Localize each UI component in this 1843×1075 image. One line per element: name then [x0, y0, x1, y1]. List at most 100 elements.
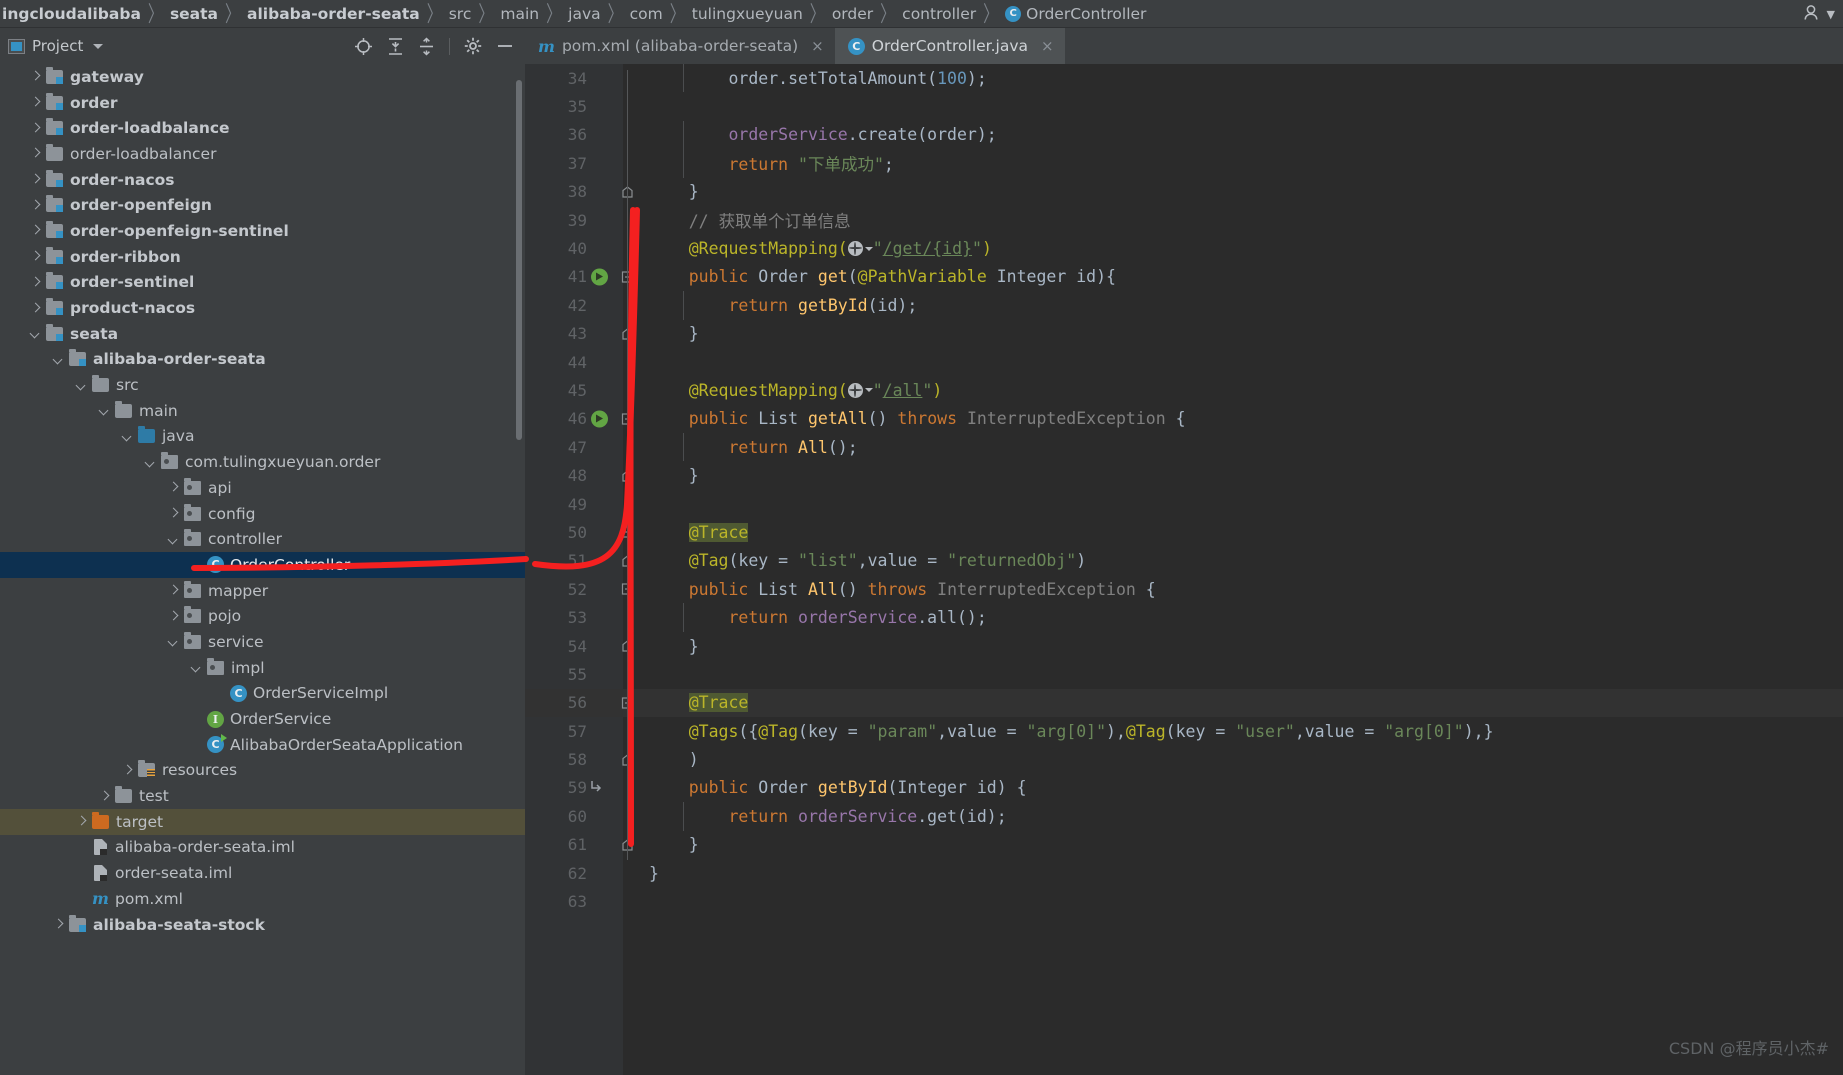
code-line[interactable]: 51 @Tag(key = "list",value = "returnedOb…: [525, 547, 1843, 575]
code-line[interactable]: 50 @Trace: [525, 518, 1843, 546]
tree-node-config[interactable]: config: [0, 501, 525, 527]
code-editor[interactable]: 34 order.setTotalAmount(100); 35 36 orderS…: [525, 64, 1843, 1075]
chevron-down-icon[interactable]: [98, 404, 111, 417]
chevron-down-icon[interactable]: [93, 43, 104, 49]
breadcrumb-item-com[interactable]: com: [630, 5, 663, 23]
chevron-right-icon[interactable]: [29, 250, 42, 263]
chevron-down-icon[interactable]: [167, 635, 180, 648]
locate-icon[interactable]: [354, 37, 373, 56]
tree-node-com.tulingxueyuan.order[interactable]: com.tulingxueyuan.order: [0, 449, 525, 475]
chevron-down-icon[interactable]: [121, 430, 134, 443]
tree-node-orderservice[interactable]: I OrderService: [0, 706, 525, 732]
collapse-all-icon[interactable]: [418, 36, 435, 56]
tree-node-java[interactable]: java: [0, 424, 525, 450]
code-line[interactable]: 63: [525, 887, 1843, 915]
breadcrumb-item-src[interactable]: src: [449, 5, 472, 23]
chevron-down-icon[interactable]: [52, 353, 65, 366]
chevron-right-icon[interactable]: [29, 147, 42, 160]
chevron-down-icon[interactable]: [190, 661, 203, 674]
code-line[interactable]: 40 @RequestMapping("/get/{id}"): [525, 234, 1843, 262]
tree-node-alibabaorderseataapplication[interactable]: C AlibabaOrderSeataApplication: [0, 732, 525, 758]
chevron-down-icon[interactable]: [144, 456, 157, 469]
tree-node-seata[interactable]: seata: [0, 321, 525, 347]
chevron-right-icon[interactable]: [167, 507, 180, 520]
chevron-right-icon[interactable]: [98, 790, 111, 803]
breadcrumb-item-order[interactable]: order: [832, 5, 873, 23]
close-icon[interactable]: ×: [811, 37, 824, 55]
chevron-right-icon[interactable]: [29, 173, 42, 186]
web-mapping-icon[interactable]: [847, 382, 873, 398]
chevron-right-icon[interactable]: [29, 122, 42, 135]
code-line[interactable]: 59 public Order getById(Integer id) {: [525, 774, 1843, 802]
tree-node-order-seata.iml[interactable]: order-seata.iml: [0, 860, 525, 886]
tree-node-pojo[interactable]: pojo: [0, 603, 525, 629]
tree-node-order-openfeign-sentinel[interactable]: order-openfeign-sentinel: [0, 218, 525, 244]
code-line[interactable]: 62}: [525, 859, 1843, 887]
code-line[interactable]: 60 return orderService.get(id);: [525, 802, 1843, 831]
tree-node-alibaba-order-seata[interactable]: alibaba-order-seata: [0, 347, 525, 373]
code-line[interactable]: 41 public Order get(@PathVariable Intege…: [525, 263, 1843, 291]
tree-node-orderserviceimpl[interactable]: C OrderServiceImpl: [0, 681, 525, 707]
code-line[interactable]: 48 }: [525, 461, 1843, 489]
breadcrumb-item-tulingxueyuan[interactable]: tulingxueyuan: [692, 5, 803, 23]
chevron-right-icon[interactable]: [29, 224, 42, 237]
run-gutter-icon[interactable]: [591, 268, 608, 286]
account-menu[interactable]: ▼: [1803, 4, 1835, 25]
chevron-right-icon[interactable]: [52, 918, 65, 931]
chevron-right-icon[interactable]: [29, 276, 42, 289]
chevron-right-icon[interactable]: [167, 481, 180, 494]
code-line[interactable]: 44: [525, 348, 1843, 376]
tree-node-order[interactable]: order: [0, 90, 525, 116]
expand-all-icon[interactable]: [387, 37, 404, 56]
tree-node-order-loadbalancer[interactable]: order-loadbalancer: [0, 141, 525, 167]
tree-node-impl[interactable]: impl: [0, 655, 525, 681]
tree-node-gateway[interactable]: gateway: [0, 64, 525, 90]
tree-node-test[interactable]: test: [0, 783, 525, 809]
chevron-right-icon[interactable]: [121, 764, 134, 777]
tree-node-pom.xml[interactable]: m pom.xml: [0, 886, 525, 912]
tree-node-resources[interactable]: resources: [0, 758, 525, 784]
code-line[interactable]: 39 // 获取单个订单信息: [525, 206, 1843, 234]
tree-node-service[interactable]: service: [0, 629, 525, 655]
tree-node-controller[interactable]: controller: [0, 526, 525, 552]
chevron-right-icon[interactable]: [75, 815, 88, 828]
code-line[interactable]: 56 @Trace: [525, 688, 1843, 717]
tree-node-alibaba-seata-stock[interactable]: alibaba-seata-stock: [0, 912, 525, 938]
tree-node-order-openfeign[interactable]: order-openfeign: [0, 192, 525, 218]
tree-node-order-sentinel[interactable]: order-sentinel: [0, 270, 525, 296]
breadcrumb-item-main[interactable]: main: [500, 5, 539, 23]
code-line[interactable]: 42 return getById(id);: [525, 291, 1843, 320]
run-gutter-icon[interactable]: [591, 410, 608, 428]
chevron-right-icon[interactable]: [29, 70, 42, 83]
tree-node-order-ribbon[interactable]: order-ribbon: [0, 244, 525, 270]
breadcrumb-item-java[interactable]: java: [568, 5, 600, 23]
code-line[interactable]: 53 return orderService.all();: [525, 603, 1843, 632]
code-line[interactable]: 52 public List All() throws InterruptedE…: [525, 575, 1843, 603]
breadcrumb-item-ordercontroller[interactable]: C OrderController: [1005, 5, 1146, 23]
code-line[interactable]: 55: [525, 660, 1843, 688]
code-line[interactable]: 38 }: [525, 178, 1843, 206]
chevron-down-icon[interactable]: [29, 327, 42, 340]
tree-node-target[interactable]: target: [0, 808, 525, 835]
chevron-down-icon[interactable]: [167, 533, 180, 546]
tree-node-src[interactable]: src: [0, 372, 525, 398]
code-line[interactable]: 54 }: [525, 632, 1843, 660]
editor-tab[interactable]: C OrderController.java ×: [834, 28, 1065, 64]
gear-icon[interactable]: [464, 37, 482, 55]
code-line[interactable]: 45 @RequestMapping("/all"): [525, 376, 1843, 404]
account-icon[interactable]: [1803, 4, 1823, 25]
close-icon[interactable]: ×: [1041, 37, 1054, 55]
breadcrumb-item-alibaba-order-seata[interactable]: alibaba-order-seata: [247, 5, 420, 23]
code-line[interactable]: 61 }: [525, 831, 1843, 859]
tree-node-alibaba-order-seata.iml[interactable]: alibaba-order-seata.iml: [0, 835, 525, 861]
chevron-right-icon[interactable]: [29, 199, 42, 212]
code-line[interactable]: 43 }: [525, 320, 1843, 348]
web-mapping-icon[interactable]: [847, 241, 873, 257]
code-line[interactable]: 36 orderService.create(order);: [525, 120, 1843, 150]
tree-node-order-nacos[interactable]: order-nacos: [0, 167, 525, 193]
code-line[interactable]: 57 @Tags({@Tag(key = "param",value = "ar…: [525, 717, 1843, 745]
tree-node-order-loadbalance[interactable]: order-loadbalance: [0, 115, 525, 141]
tree-node-mapper[interactable]: mapper: [0, 578, 525, 604]
chevron-right-icon[interactable]: [167, 610, 180, 623]
tree-node-product-nacos[interactable]: product-nacos: [0, 295, 525, 321]
